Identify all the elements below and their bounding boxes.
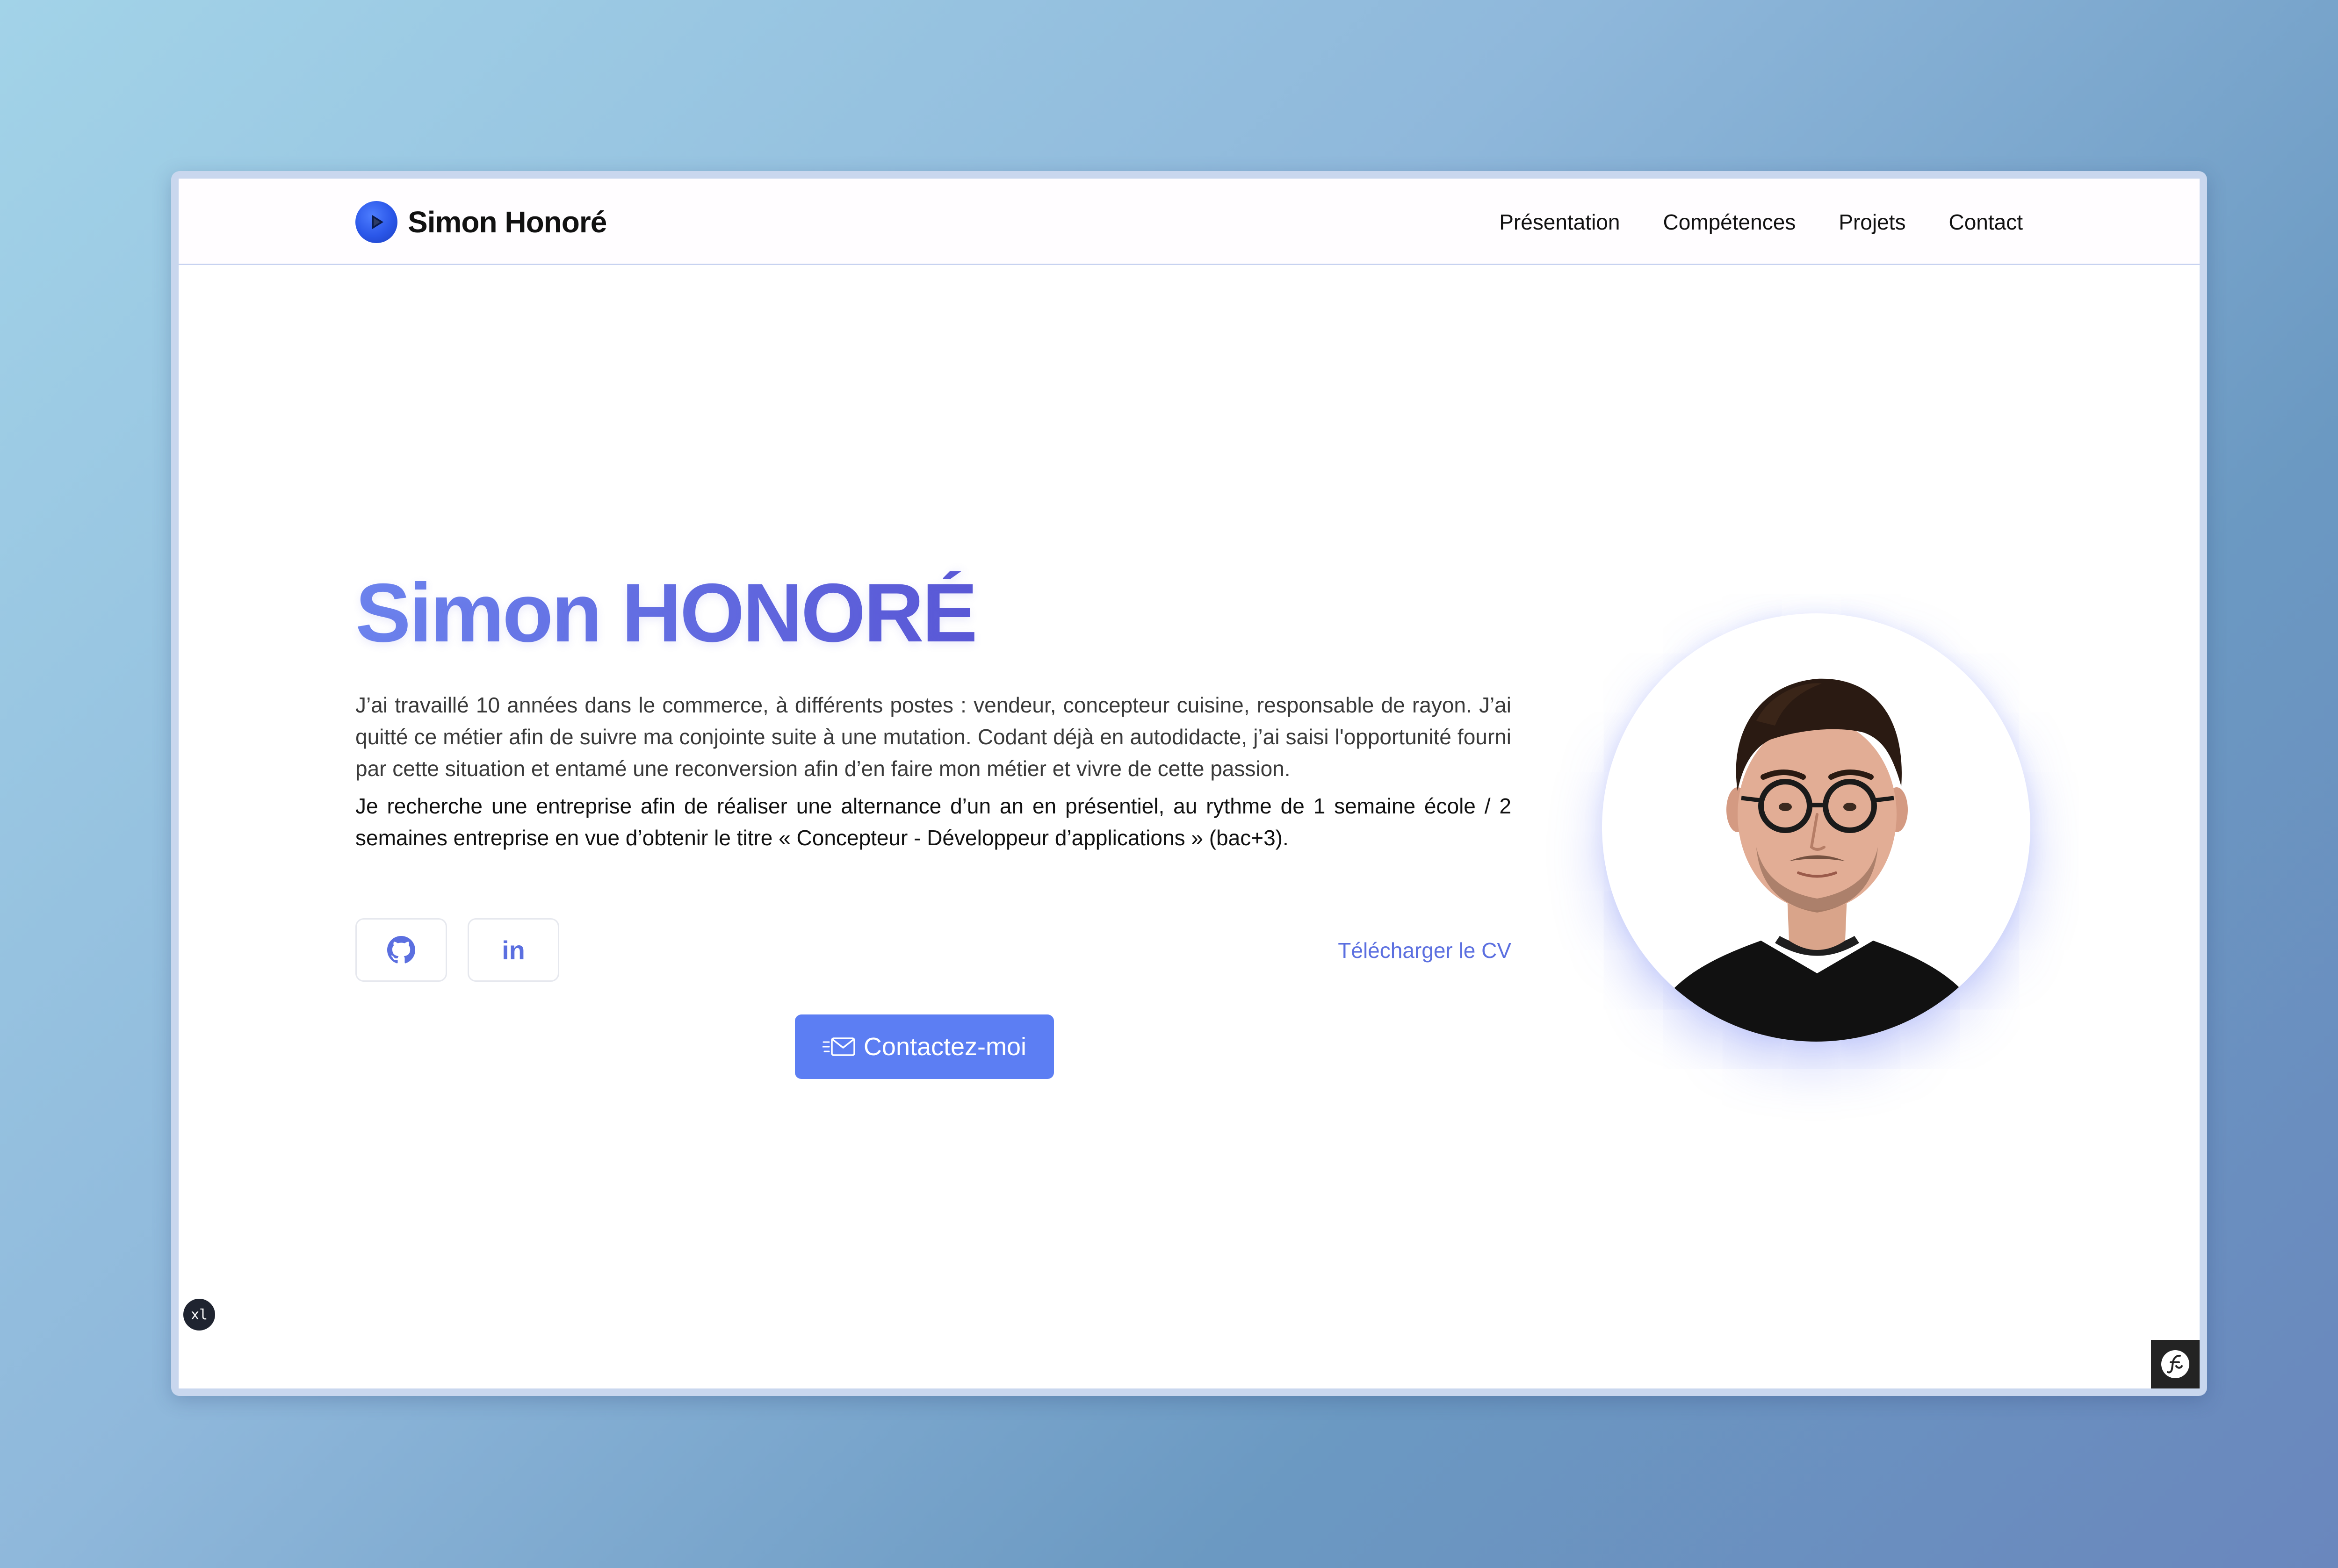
play-circle-icon: [355, 201, 397, 243]
main-nav: Présentation Compétences Projets Contact: [1499, 201, 2023, 243]
page-viewport: Simon Honoré Présentation Compétences Pr…: [179, 179, 2200, 1388]
linkedin-icon: in: [502, 935, 525, 965]
linkedin-button[interactable]: in: [468, 918, 559, 982]
mail-send-icon: [822, 1037, 855, 1056]
github-button[interactable]: [355, 918, 447, 982]
nav-projets[interactable]: Projets: [1839, 209, 1905, 235]
nav-contact[interactable]: Contact: [1948, 209, 2023, 235]
contact-button[interactable]: Contactez-moi: [795, 1014, 1054, 1079]
hero-text: J’ai travaillé 10 années dans le commerc…: [355, 689, 1511, 854]
search-paragraph: Je recherche une entreprise afin de réal…: [355, 794, 1511, 850]
github-icon: [387, 936, 415, 964]
profile-photo: [1602, 613, 2030, 1042]
intro-paragraph: J’ai travaillé 10 années dans le commerc…: [355, 693, 1511, 781]
browser-frame: Simon Honoré Présentation Compétences Pr…: [171, 171, 2207, 1396]
brand-name: Simon Honoré: [408, 205, 607, 239]
nav-presentation[interactable]: Présentation: [1499, 209, 1620, 235]
breakpoint-badge: xl: [183, 1299, 215, 1331]
brand[interactable]: Simon Honoré: [355, 201, 607, 243]
download-cv-link[interactable]: Télécharger le CV: [1332, 938, 1511, 963]
contact-button-label: Contactez-moi: [863, 1033, 1027, 1061]
hero-title: Simon HONORÉ: [355, 566, 978, 659]
nav-competences[interactable]: Compétences: [1663, 209, 1796, 235]
symfony-icon[interactable]: [2151, 1340, 2200, 1388]
site-header: Simon Honoré Présentation Compétences Pr…: [179, 179, 2200, 265]
